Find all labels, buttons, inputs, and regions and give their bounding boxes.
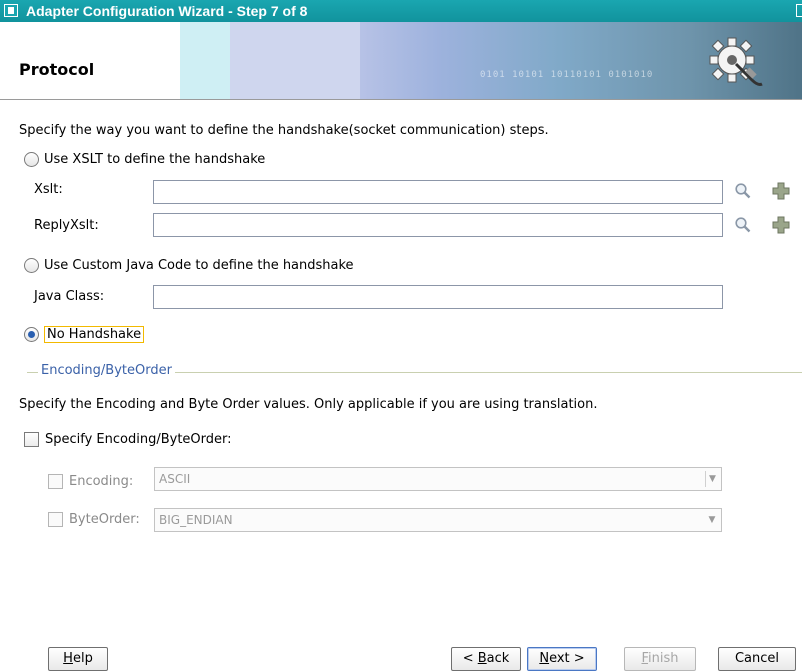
byteorder-value: BIG_ENDIAN bbox=[159, 513, 233, 527]
xslt-input[interactable] bbox=[153, 180, 723, 204]
chevron-down-icon[interactable]: ▼ bbox=[705, 512, 719, 528]
finish-button[interactable]: Finish bbox=[624, 647, 696, 671]
next-mnemonic: N bbox=[539, 651, 550, 666]
back-mnemonic: B bbox=[477, 651, 487, 666]
finish-label: inish bbox=[648, 651, 679, 666]
back-button[interactable]: < Back bbox=[451, 647, 521, 671]
window-menu-icon[interactable] bbox=[4, 4, 18, 17]
radio-label: Use Custom Java Code to define the hands… bbox=[44, 258, 354, 273]
radio-use-java[interactable]: Use Custom Java Code to define the hands… bbox=[24, 258, 354, 273]
radio-button[interactable] bbox=[24, 152, 39, 167]
help-button[interactable]: Help bbox=[48, 647, 108, 671]
help-mnemonic: H bbox=[63, 651, 73, 666]
specify-encoding-checkbox[interactable]: Specify Encoding/ByteOrder: bbox=[24, 432, 232, 447]
wizard-header: Protocol 0101 10101 10110101 0101010 bbox=[0, 22, 802, 100]
java-class-input[interactable] bbox=[153, 285, 723, 309]
reply-xslt-label: ReplyXslt: bbox=[34, 218, 99, 233]
java-class-label: Java Class: bbox=[34, 289, 105, 304]
checkbox[interactable] bbox=[48, 474, 63, 489]
next-label: ext > bbox=[549, 651, 585, 666]
back-label: ack bbox=[486, 651, 510, 666]
section-title: Encoding/ByteOrder bbox=[38, 363, 175, 378]
plus-icon[interactable] bbox=[771, 181, 791, 201]
help-label: elp bbox=[72, 651, 93, 666]
gear-plug-icon bbox=[709, 37, 763, 86]
checkbox[interactable] bbox=[48, 512, 63, 527]
checkbox-label: Encoding: bbox=[69, 474, 134, 489]
radio-button[interactable] bbox=[24, 327, 39, 342]
cancel-button[interactable]: Cancel bbox=[718, 647, 796, 671]
chevron-down-icon[interactable]: ▼ bbox=[705, 471, 719, 487]
byteorder-checkbox[interactable]: ByteOrder: bbox=[48, 512, 140, 527]
header-decoration-text: 0101 10101 10110101 0101010 bbox=[480, 70, 654, 80]
checkbox-label: ByteOrder: bbox=[69, 512, 140, 527]
radio-use-xslt[interactable]: Use XSLT to define the handshake bbox=[24, 152, 265, 167]
back-prefix: < bbox=[462, 651, 478, 666]
window-title: Adapter Configuration Wizard - Step 7 of… bbox=[26, 3, 308, 19]
page-title: Protocol bbox=[19, 60, 95, 79]
search-icon[interactable] bbox=[734, 182, 752, 200]
radio-label: Use XSLT to define the handshake bbox=[44, 152, 266, 167]
next-button[interactable]: Next > bbox=[527, 647, 597, 671]
xslt-label: Xslt: bbox=[34, 182, 63, 197]
radio-label: No Handshake bbox=[44, 326, 145, 343]
encoding-value: ASCII bbox=[159, 472, 191, 486]
checkbox[interactable] bbox=[24, 432, 39, 447]
checkbox-label: Specify Encoding/ByteOrder: bbox=[45, 432, 232, 447]
plus-icon[interactable] bbox=[771, 215, 791, 235]
reply-xslt-input[interactable] bbox=[153, 213, 723, 237]
search-icon[interactable] bbox=[734, 216, 752, 234]
window-titlebar[interactable]: Adapter Configuration Wizard - Step 7 of… bbox=[0, 0, 802, 22]
encoding-select[interactable]: ASCII ▼ bbox=[154, 467, 722, 491]
byteorder-select[interactable]: BIG_ENDIAN ▼ bbox=[154, 508, 722, 532]
radio-no-handshake[interactable]: No Handshake bbox=[24, 326, 145, 343]
radio-button[interactable] bbox=[24, 258, 39, 273]
window-control-icon[interactable] bbox=[796, 4, 802, 17]
encoding-checkbox[interactable]: Encoding: bbox=[48, 474, 133, 489]
handshake-description: Specify the way you want to define the h… bbox=[19, 123, 549, 138]
encoding-description: Specify the Encoding and Byte Order valu… bbox=[19, 397, 598, 412]
